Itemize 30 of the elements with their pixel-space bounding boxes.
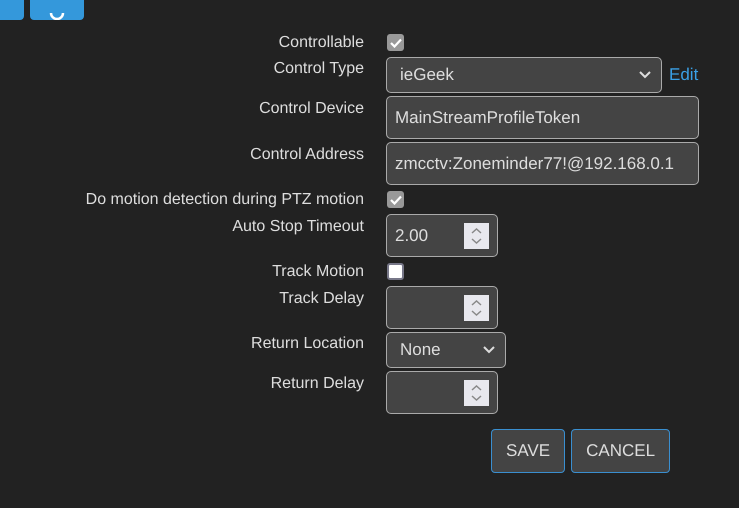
spinner-icon [464, 222, 489, 248]
field-label: Controllable [278, 32, 364, 52]
number-field[interactable] [386, 286, 498, 329]
field-label: Control Device [258, 99, 364, 119]
field-label: Track Motion [271, 262, 364, 282]
spinner-icon [464, 294, 489, 320]
chevron-down-icon [639, 71, 651, 79]
field-label: Auto Stop Timeout [231, 217, 364, 237]
refresh-button[interactable] [30, 0, 84, 20]
dropdown[interactable]: None [386, 332, 506, 368]
form-button[interactable]: CANCEL [571, 429, 670, 473]
checkbox[interactable] [387, 191, 404, 208]
field-label: Control Address [249, 145, 364, 165]
field-label: Do motion detection during PTZ motion [84, 190, 364, 210]
form-button[interactable]: SAVE [491, 429, 566, 473]
refresh-icon [49, 12, 65, 20]
field-label: Control Type [272, 59, 364, 79]
field-label: Return Delay [270, 374, 364, 394]
field-label: Track Delay [278, 289, 364, 309]
spinner-icon [464, 380, 489, 406]
number-field[interactable] [386, 371, 498, 414]
text-field[interactable]: zmcctv:Zoneminder77!@192.168.0.1 [386, 142, 699, 185]
edit-link[interactable]: Edit [669, 62, 698, 88]
checkbox[interactable] [387, 34, 404, 51]
text-field[interactable]: MainStreamProfileToken [386, 96, 699, 139]
field-label: Return Location [250, 334, 364, 354]
checkbox[interactable] [387, 263, 404, 280]
dropdown[interactable]: ieGeek [386, 57, 662, 93]
number-field[interactable]: 2.00 [386, 214, 498, 257]
chevron-down-icon [483, 346, 495, 354]
